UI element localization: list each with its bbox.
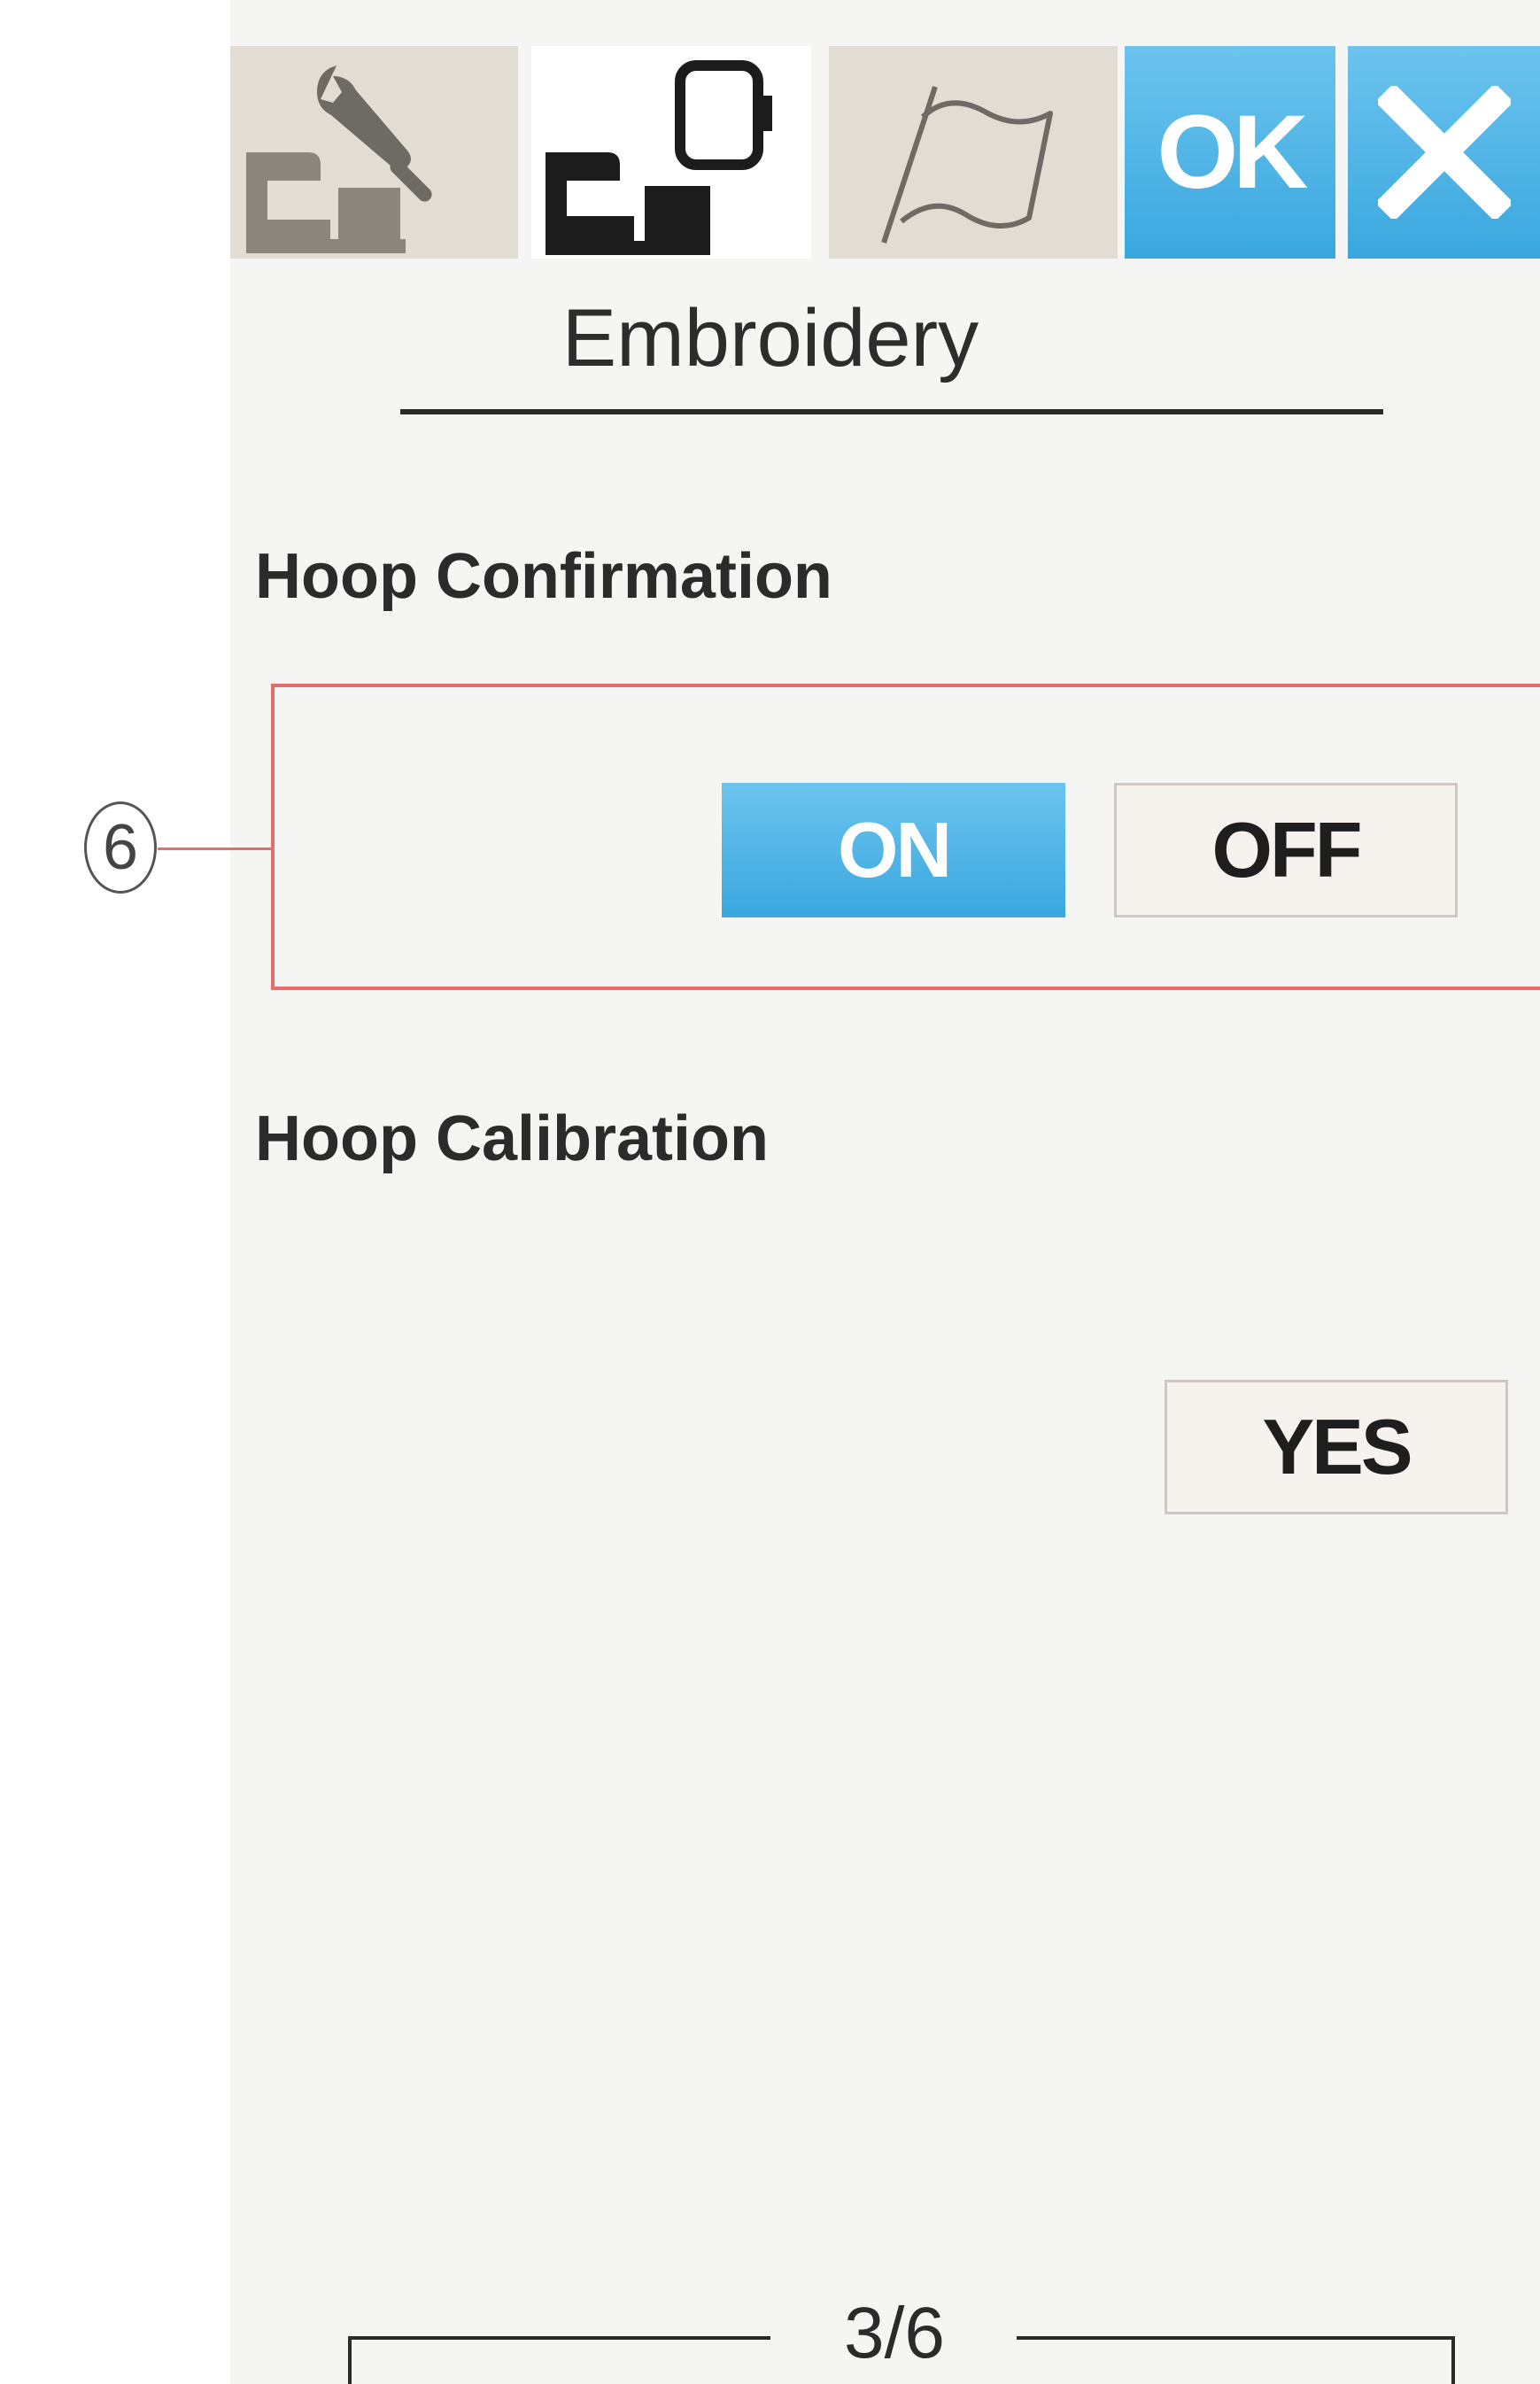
pager-bracket-left bbox=[348, 2336, 352, 2384]
embroidery-settings-tab[interactable] bbox=[531, 46, 811, 259]
hoop-calibration-heading: Hoop Calibration bbox=[255, 1103, 769, 1174]
machine-settings-tab[interactable] bbox=[230, 46, 518, 259]
hoop-confirmation-heading: Hoop Confirmation bbox=[255, 541, 832, 612]
callout-leader-line bbox=[158, 848, 271, 850]
flag-icon bbox=[881, 86, 1053, 244]
page-indicator: 3/6 bbox=[844, 2293, 945, 2373]
callout-number: 6 bbox=[84, 801, 157, 894]
off-button-label: OFF bbox=[1211, 806, 1363, 894]
pager-bracket-right bbox=[1451, 2336, 1455, 2384]
settings-toolbar: OK bbox=[230, 46, 1540, 259]
close-icon bbox=[1377, 86, 1511, 219]
close-button[interactable] bbox=[1348, 46, 1540, 259]
hoop-confirmation-off-button[interactable]: OFF bbox=[1114, 783, 1458, 917]
machine-settings-icon bbox=[246, 66, 432, 253]
on-button-label: ON bbox=[838, 806, 952, 894]
embroidery-machine-hoop-icon bbox=[546, 60, 772, 255]
yes-button-label: YES bbox=[1262, 1403, 1412, 1490]
pager-divider-left bbox=[348, 2336, 770, 2340]
page-title: Embroidery bbox=[561, 293, 979, 383]
ok-button-label: OK bbox=[1157, 94, 1309, 211]
hoop-calibration-yes-button[interactable]: YES bbox=[1165, 1380, 1508, 1514]
language-settings-tab[interactable] bbox=[829, 46, 1118, 259]
title-underline bbox=[400, 409, 1383, 414]
pager-divider-right bbox=[1017, 2336, 1455, 2340]
hoop-confirmation-on-button[interactable]: ON bbox=[722, 783, 1065, 917]
ok-button[interactable]: OK bbox=[1125, 46, 1335, 259]
